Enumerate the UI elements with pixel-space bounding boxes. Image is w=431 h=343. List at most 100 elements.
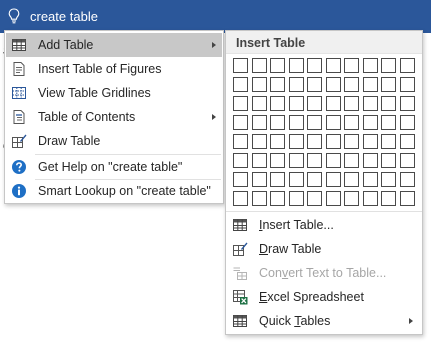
grid-cell[interactable] [251, 115, 267, 130]
grid-cell[interactable] [288, 134, 304, 149]
grid-cell[interactable] [307, 153, 322, 168]
grid-cell[interactable] [381, 134, 396, 149]
submenu-item-insert-table[interactable]: Insert Table... [227, 213, 421, 237]
grid-cell[interactable] [270, 191, 285, 206]
table-of-contents-icon [13, 110, 25, 124]
grid-cell[interactable] [325, 77, 341, 92]
menu-item-insert-table-of-figures[interactable]: Insert Table of Figures [6, 57, 222, 81]
grid-cell[interactable] [344, 96, 359, 111]
grid-cell[interactable] [307, 172, 322, 187]
grid-cell[interactable] [251, 96, 267, 111]
grid-cell[interactable] [399, 134, 415, 149]
search-query[interactable]: create table [30, 9, 98, 24]
grid-cell[interactable] [233, 77, 248, 92]
menu-item-table-of-contents[interactable]: Table of Contents [6, 105, 222, 129]
grid-cell[interactable] [381, 115, 396, 130]
grid-cell[interactable] [233, 115, 248, 130]
grid-cell[interactable] [362, 134, 378, 149]
grid-cell[interactable] [233, 58, 248, 73]
grid-cell[interactable] [399, 191, 415, 206]
grid-cell[interactable] [288, 115, 304, 130]
grid-cell[interactable] [325, 96, 341, 111]
grid-cell[interactable] [251, 77, 267, 92]
grid-cell[interactable] [381, 96, 396, 111]
grid-cell[interactable] [344, 191, 359, 206]
grid-cell[interactable] [288, 191, 304, 206]
grid-cell[interactable] [399, 153, 415, 168]
grid-cell[interactable] [399, 172, 415, 187]
grid-cell[interactable] [288, 77, 304, 92]
grid-cell[interactable] [233, 96, 248, 111]
grid-cell[interactable] [251, 172, 267, 187]
grid-cell[interactable] [307, 191, 322, 206]
submenu-item-draw-table[interactable]: Draw Table [227, 237, 421, 261]
grid-cell[interactable] [362, 115, 378, 130]
grid-cell[interactable] [270, 153, 285, 168]
grid-cell[interactable] [233, 191, 248, 206]
menu-item-draw-table[interactable]: Draw Table [6, 129, 222, 153]
grid-cell[interactable] [288, 172, 304, 187]
grid-cell[interactable] [344, 77, 359, 92]
grid-cell[interactable] [362, 77, 378, 92]
grid-cell[interactable] [399, 77, 415, 92]
grid-cell[interactable] [381, 153, 396, 168]
grid-cell[interactable] [344, 115, 359, 130]
grid-cell[interactable] [399, 58, 415, 73]
menu-item-view-table-gridlines[interactable]: View Table Gridlines [6, 81, 222, 105]
grid-cell[interactable] [233, 134, 248, 149]
grid-cell[interactable] [270, 96, 285, 111]
grid-cell[interactable] [270, 115, 285, 130]
menu-item-add-table[interactable]: Add Table [6, 33, 222, 57]
submenu-item-quick-tables[interactable]: Quick Tables [227, 309, 421, 333]
grid-cell[interactable] [381, 172, 396, 187]
grid-cell[interactable] [381, 58, 396, 73]
grid-cell[interactable] [381, 191, 396, 206]
grid-cell[interactable] [362, 96, 378, 111]
grid-cell[interactable] [288, 58, 304, 73]
grid-cell[interactable] [344, 58, 359, 73]
grid-cell[interactable] [325, 115, 341, 130]
grid-cell[interactable] [381, 77, 396, 92]
grid-cell[interactable] [233, 172, 248, 187]
submenu-item-label: Convert Text to Table... [259, 266, 386, 280]
grid-cell[interactable] [307, 77, 322, 92]
grid-cell[interactable] [399, 115, 415, 130]
grid-cell[interactable] [288, 153, 304, 168]
submenu-item-label: Draw Table [259, 242, 321, 256]
grid-cell[interactable] [362, 191, 378, 206]
grid-cell[interactable] [270, 134, 285, 149]
grid-cell[interactable] [270, 77, 285, 92]
smart-lookup-icon [12, 184, 26, 198]
table-of-figures-icon [13, 62, 25, 76]
grid-cell[interactable] [344, 172, 359, 187]
submenu-item-excel-spreadsheet[interactable]: Excel Spreadsheet [227, 285, 421, 309]
grid-cell[interactable] [270, 172, 285, 187]
grid-cell[interactable] [325, 134, 341, 149]
grid-cell[interactable] [307, 134, 322, 149]
grid-cell[interactable] [325, 58, 341, 73]
grid-cell[interactable] [362, 58, 378, 73]
grid-cell[interactable] [362, 153, 378, 168]
grid-cell[interactable] [233, 153, 248, 168]
grid-cell[interactable] [307, 115, 322, 130]
grid-cell[interactable] [251, 58, 267, 73]
grid-cell[interactable] [344, 134, 359, 149]
menu-item-smart-lookup[interactable]: Smart Lookup on "create table" [6, 179, 222, 203]
grid-cell[interactable] [362, 172, 378, 187]
grid-cell[interactable] [344, 153, 359, 168]
grid-cell[interactable] [307, 58, 322, 73]
grid-cell[interactable] [325, 172, 341, 187]
grid-cell[interactable] [251, 153, 267, 168]
grid-cell[interactable] [325, 153, 341, 168]
menu-item-label: Add Table [38, 38, 94, 52]
grid-cell[interactable] [307, 96, 322, 111]
draw-table-icon [233, 242, 248, 256]
grid-cell[interactable] [288, 96, 304, 111]
tell-me-bar[interactable]: create table [0, 0, 431, 33]
grid-cell[interactable] [251, 191, 267, 206]
grid-cell[interactable] [399, 96, 415, 111]
grid-cell[interactable] [270, 58, 285, 73]
grid-cell[interactable] [325, 191, 341, 206]
menu-item-get-help[interactable]: Get Help on "create table" [6, 155, 222, 179]
grid-cell[interactable] [251, 134, 267, 149]
